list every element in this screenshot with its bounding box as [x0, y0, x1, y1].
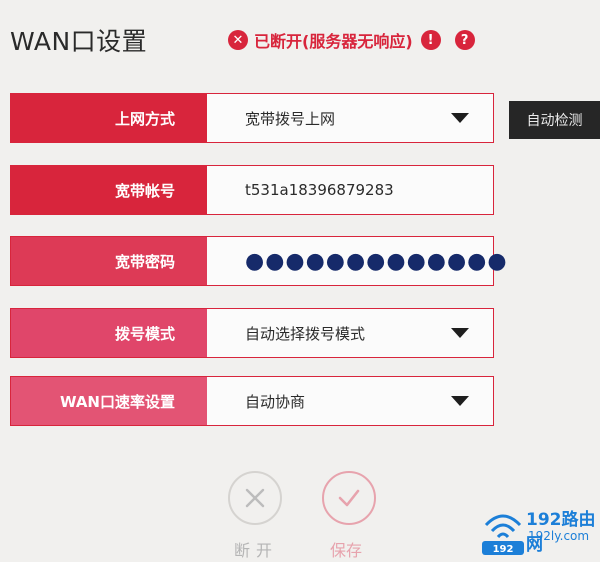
- watermark: 192 192路由网 192ly.com: [480, 503, 598, 558]
- broadband-account-field[interactable]: 宽带帐号 t531a18396879283: [10, 165, 494, 215]
- auto-detect-button[interactable]: 自动检测: [509, 101, 600, 139]
- wan-speed-label: WAN口速率设置: [11, 377, 207, 425]
- save-label[interactable]: 保存: [330, 537, 362, 561]
- connection-type-value: 宽带拨号上网: [245, 109, 336, 128]
- wan-speed-value: 自动协商: [245, 392, 306, 411]
- chevron-down-icon[interactable]: [451, 396, 469, 406]
- warning-icon[interactable]: !: [420, 30, 441, 50]
- broadband-password-input[interactable]: ●●●●●●●●●●●●●: [245, 237, 508, 285]
- close-icon: [245, 488, 265, 508]
- page-title: WAN口设置: [10, 27, 148, 56]
- watermark-badge: 192: [493, 544, 514, 555]
- disconnect-button[interactable]: [228, 471, 282, 525]
- broadband-password-label: 宽带密码: [11, 237, 207, 285]
- dial-mode-value: 自动选择拨号模式: [245, 324, 366, 343]
- check-icon: [338, 489, 360, 507]
- page-header: WAN口设置 ✕ 已断开(服务器无响应) ! ?: [0, 0, 600, 80]
- chevron-down-icon[interactable]: [451, 113, 469, 123]
- help-icon[interactable]: ?: [454, 30, 475, 50]
- broadband-account-label: 宽带帐号: [11, 166, 207, 214]
- dial-mode-label: 拨号模式: [11, 309, 207, 357]
- broadband-password-field[interactable]: 宽带密码 ●●●●●●●●●●●●●: [10, 236, 507, 286]
- save-button[interactable]: [322, 471, 376, 525]
- status-text: 已断开(服务器无响应): [254, 32, 413, 51]
- chevron-down-icon[interactable]: [451, 328, 469, 338]
- router-logo-icon: 192: [482, 514, 524, 555]
- connection-type-label: 上网方式: [11, 94, 207, 142]
- disconnect-label[interactable]: 断开: [234, 537, 278, 561]
- connection-status: ✕ 已断开(服务器无响应) ! ?: [228, 28, 475, 52]
- error-icon: ✕: [228, 30, 248, 50]
- watermark-site: 192ly.com: [528, 529, 590, 543]
- wan-speed-select[interactable]: WAN口速率设置 自动协商: [10, 376, 494, 426]
- broadband-account-input[interactable]: t531a18396879283: [245, 166, 394, 214]
- connection-type-select[interactable]: 上网方式 宽带拨号上网: [10, 93, 494, 143]
- dial-mode-select[interactable]: 拨号模式 自动选择拨号模式: [10, 308, 494, 358]
